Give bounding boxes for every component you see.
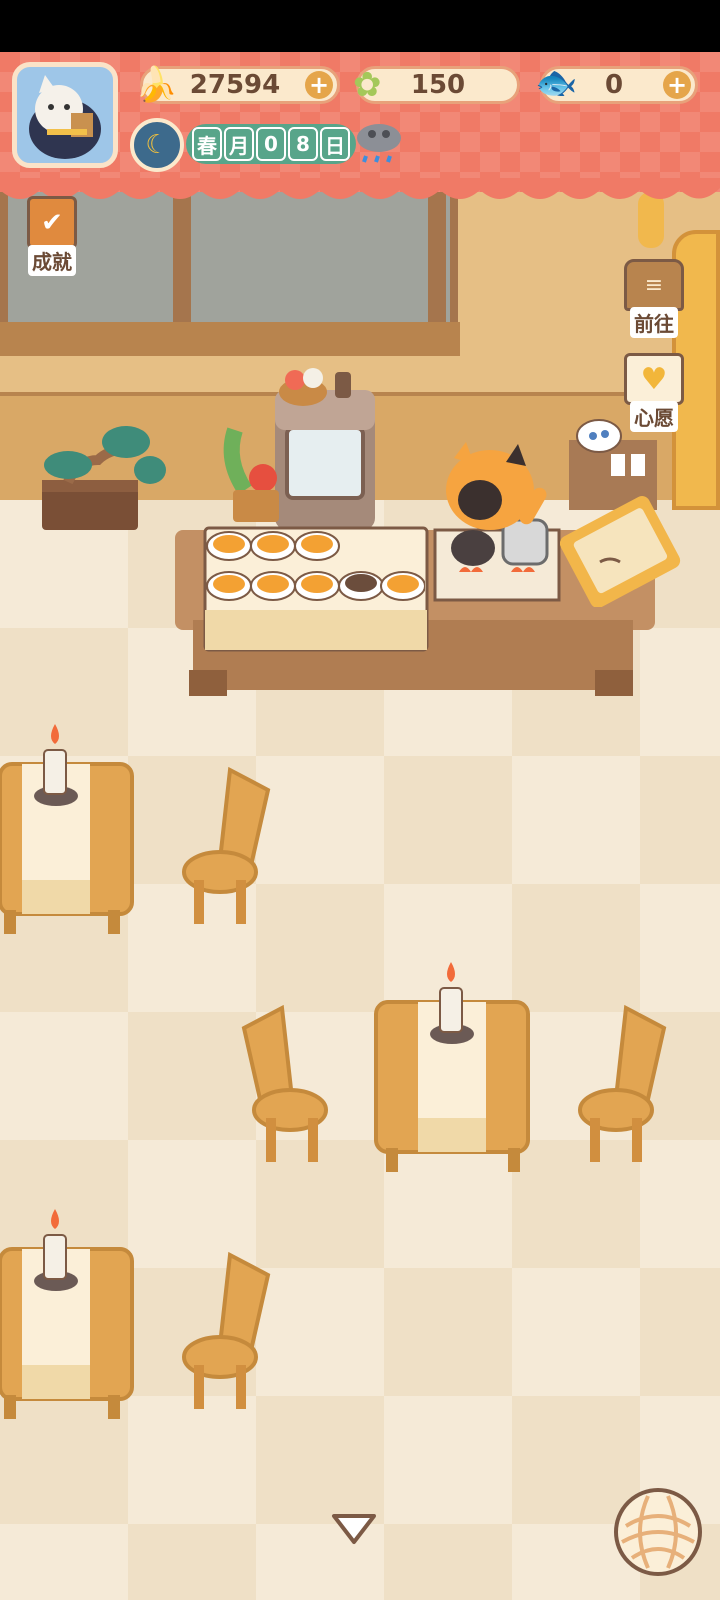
wish-button[interactable]: ♥ 心愿 — [614, 352, 694, 432]
achievements-label: 成就 — [28, 245, 76, 276]
dining-table-2[interactable] — [372, 958, 532, 1178]
clipboard-check-icon: ✔ — [27, 196, 77, 249]
date-day-tens: 0 — [256, 127, 286, 161]
fish-counter: 🐟 0 + — [535, 63, 698, 104]
date-day-char: 日 — [320, 127, 350, 161]
cat-chef[interactable] — [440, 440, 560, 550]
player-avatar[interactable] — [12, 62, 118, 168]
banner-scallop — [0, 178, 720, 199]
banana-value: 27594 — [189, 70, 281, 100]
fish-value: 0 — [604, 70, 624, 100]
rain-cloud-icon[interactable] — [352, 118, 406, 170]
achievements-button[interactable]: ✔ 成就 — [12, 196, 92, 276]
clover-counter: ✿ 150 — [353, 65, 520, 105]
heart-book-icon: ♥ — [624, 353, 684, 405]
triangle-down-icon[interactable] — [330, 1512, 378, 1548]
clover-value: 150 — [410, 70, 466, 100]
fish-icon: 🐟 — [535, 63, 578, 103]
yarn-ball-icon[interactable] — [612, 1486, 704, 1578]
status-bar — [0, 0, 720, 52]
banana-counter: 🍌 27594 + — [135, 65, 340, 105]
date-display: 春 月 0 8 日 — [186, 124, 356, 164]
chair-3[interactable] — [576, 998, 676, 1168]
goto-label: 前往 — [630, 307, 678, 338]
add-fish-button[interactable]: + — [663, 71, 691, 99]
date-season: 春 — [192, 127, 222, 161]
clover-icon: ✿ — [353, 65, 382, 105]
date-month-char: 月 — [224, 127, 254, 161]
wish-label: 心愿 — [630, 401, 678, 432]
goto-button[interactable]: ≡ 前往 — [614, 258, 694, 338]
recipe-book[interactable] — [560, 492, 690, 607]
chair-2[interactable] — [232, 998, 332, 1168]
banana-icon: 🍌 — [135, 65, 178, 105]
dining-table-1[interactable] — [0, 720, 140, 940]
bonsai-plant — [42, 426, 166, 530]
chair-4[interactable] — [180, 1245, 280, 1415]
chair-1[interactable] — [180, 760, 280, 930]
add-banana-button[interactable]: + — [305, 71, 333, 99]
dining-table-3[interactable] — [0, 1205, 140, 1425]
signboard-icon: ≡ — [624, 259, 684, 311]
moon-time-icon[interactable]: ☾ — [130, 118, 184, 172]
cat-avatar-icon — [29, 75, 101, 159]
date-day-ones: 8 — [288, 127, 318, 161]
food-plates[interactable] — [205, 528, 426, 608]
